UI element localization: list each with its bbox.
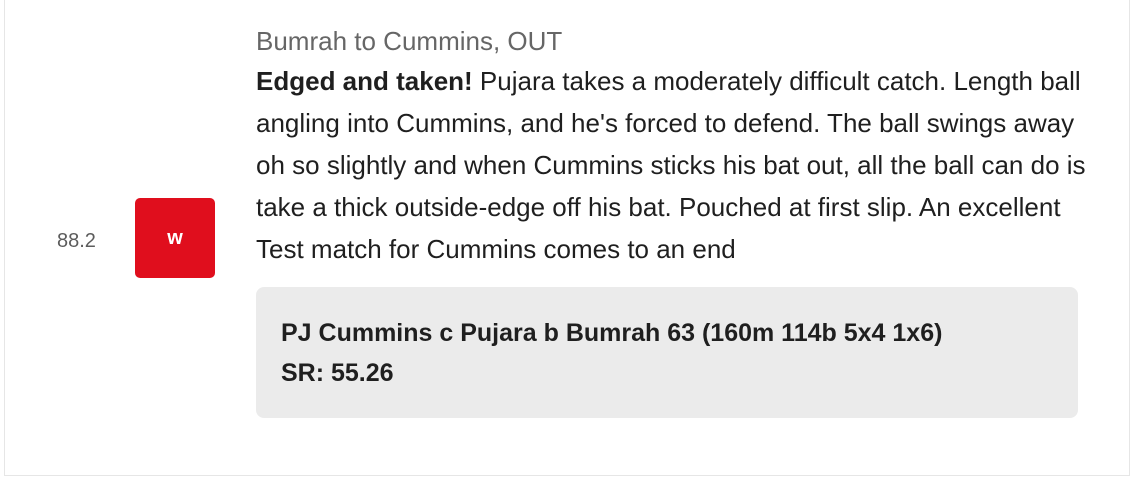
strike-rate: SR: 55.26 bbox=[281, 359, 394, 387]
over-number: 88.2 bbox=[57, 230, 96, 252]
wicket-badge: w bbox=[135, 198, 215, 278]
dismissal-summary: PJ Cummins c Pujara b Bumrah 63 (160m 11… bbox=[256, 287, 1078, 418]
commentary-card: 88.2 w Bumrah to Cummins, OUT Edged and … bbox=[4, 0, 1130, 476]
commentary-emphasis: Edged and taken! bbox=[256, 66, 473, 96]
ball-headline: Bumrah to Cummins, OUT bbox=[256, 26, 563, 56]
wicket-badge-label: w bbox=[167, 227, 183, 249]
commentary-content: Bumrah to Cummins, OUT Edged and taken! … bbox=[256, 22, 1086, 418]
commentary-text: Edged and taken! Pujara takes a moderate… bbox=[256, 60, 1086, 270]
dismissal-line: PJ Cummins c Pujara b Bumrah 63 (160m 11… bbox=[281, 319, 943, 347]
